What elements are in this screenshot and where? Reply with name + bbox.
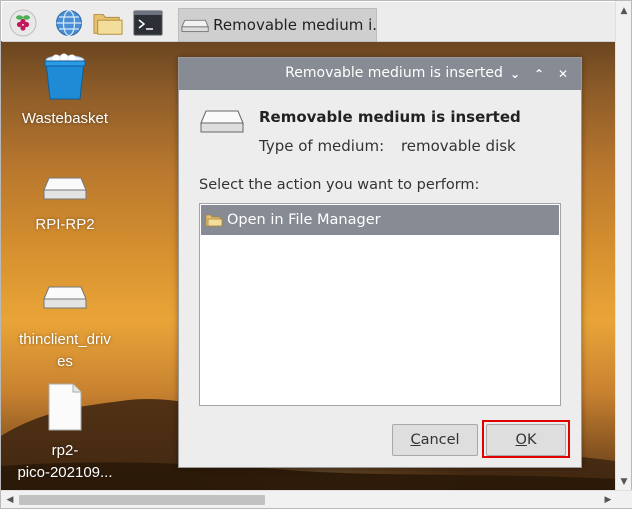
dialog-titlebar[interactable]: Removable medium is inserted ⌄ ⌃ ✕ bbox=[179, 58, 581, 90]
terminal-icon[interactable] bbox=[133, 9, 163, 37]
taskbar: Removable medium i... bbox=[2, 2, 616, 42]
medium-type-value: removable disk bbox=[400, 137, 516, 155]
thinclient-label-line2: es bbox=[57, 353, 73, 370]
drive-icon bbox=[200, 110, 244, 133]
desktop-icon-wastebasket[interactable]: Wastebasket bbox=[10, 53, 120, 130]
file-icon bbox=[48, 383, 82, 431]
action-list[interactable]: Open in File Manager bbox=[199, 203, 561, 406]
drive-icon bbox=[181, 19, 209, 33]
close-icon[interactable]: ✕ bbox=[551, 62, 575, 86]
rpi-rp2-label: RPI-RP2 bbox=[35, 216, 95, 233]
medium-type-label: Type of medium: bbox=[259, 137, 385, 155]
rp2-file-label-line2: pico-202109... bbox=[17, 464, 113, 481]
scroll-up-icon[interactable]: ▲ bbox=[616, 3, 632, 19]
list-item-open-in-file-manager[interactable]: Open in File Manager bbox=[201, 205, 559, 235]
desktop-icon-thinclient-drives[interactable]: thinclient_driv es bbox=[10, 282, 120, 373]
desktop-icon-rpi-rp2[interactable]: RPI-RP2 bbox=[10, 173, 120, 236]
wastebasket-icon bbox=[44, 53, 86, 100]
ok-highlight-box bbox=[482, 420, 570, 458]
vertical-scrollbar[interactable]: ▲ ▼ bbox=[615, 1, 631, 492]
viewer-frame: Removable medium i... Wastebasket RPI-RP… bbox=[0, 0, 632, 509]
desktop-icon-rp2-file[interactable]: rp2- pico-202109... bbox=[10, 383, 120, 484]
thinclient-label-line1: thinclient_driv bbox=[19, 331, 111, 348]
drive-icon bbox=[43, 177, 87, 200]
wastebasket-label: Wastebasket bbox=[21, 110, 109, 127]
dialog-heading: Removable medium is inserted bbox=[259, 108, 521, 126]
taskbar-window-button[interactable]: Removable medium i... bbox=[178, 8, 377, 42]
raspberry-menu-icon[interactable] bbox=[8, 9, 38, 37]
folder-icon bbox=[205, 214, 223, 227]
rp2-file-label-line1: rp2- bbox=[51, 442, 79, 459]
scroll-left-icon[interactable]: ◀ bbox=[2, 491, 18, 509]
taskbar-window-label: Removable medium i... bbox=[213, 16, 376, 34]
scroll-right-icon[interactable]: ▶ bbox=[600, 491, 616, 509]
minimize-icon[interactable]: ⌄ bbox=[503, 62, 527, 86]
cancel-button[interactable]: Cancel bbox=[392, 424, 478, 456]
file-manager-icon[interactable] bbox=[93, 9, 123, 37]
horizontal-scrollbar[interactable]: ◀ ▶ bbox=[1, 490, 632, 508]
removable-medium-dialog: Removable medium is inserted ⌄ ⌃ ✕ Remov… bbox=[178, 57, 582, 468]
scroll-down-icon[interactable]: ▼ bbox=[616, 474, 632, 490]
action-prompt: Select the action you want to perform: bbox=[199, 177, 480, 193]
web-browser-icon[interactable] bbox=[54, 9, 84, 37]
cancel-button-label: Cancel bbox=[410, 432, 460, 448]
horizontal-scroll-thumb[interactable] bbox=[19, 495, 265, 505]
maximize-icon[interactable]: ⌃ bbox=[527, 62, 551, 86]
drive-icon bbox=[43, 286, 87, 309]
medium-type-row: Type of medium: removable disk bbox=[259, 137, 516, 155]
list-item-label: Open in File Manager bbox=[227, 212, 381, 228]
